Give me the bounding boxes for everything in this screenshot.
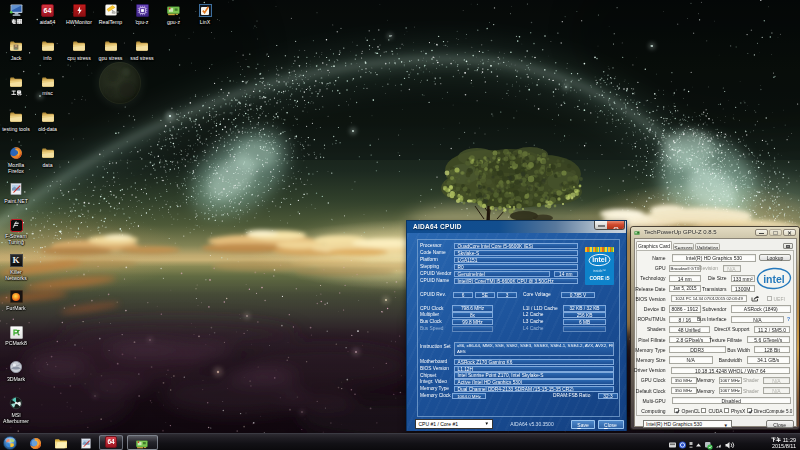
svg-text:CORE i5: CORE i5	[589, 274, 609, 280]
svg-text:intel: intel	[763, 273, 785, 285]
svg-text:inside™: inside™	[593, 268, 606, 272]
svg-text:intel: intel	[592, 256, 606, 263]
